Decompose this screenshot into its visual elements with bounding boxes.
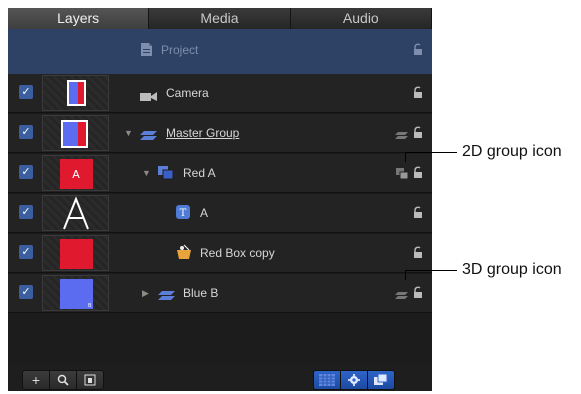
disclosure-expanded-icon[interactable]: ▼ <box>142 168 151 178</box>
layer-row-text-a[interactable]: ✓ T A <box>8 194 432 233</box>
callout-line-3d <box>405 270 457 271</box>
add-icon[interactable]: + <box>23 371 50 389</box>
callout-line-2d <box>405 152 457 153</box>
layout-icon[interactable] <box>77 371 103 389</box>
visibility-checkbox[interactable]: ✓ <box>19 245 33 259</box>
layer-name[interactable]: Red Box copy <box>200 246 275 260</box>
footer-right-buttons <box>313 370 395 390</box>
layer-name[interactable]: A <box>200 206 208 220</box>
layer-name[interactable]: Blue B <box>183 286 218 300</box>
tab-layers[interactable]: Layers <box>8 8 150 29</box>
layers-panel: Layers Media Audio Project ✓ Camera ✓ ▼ … <box>8 8 432 391</box>
tab-bar: Layers Media Audio <box>8 8 432 29</box>
visibility-checkbox[interactable]: ✓ <box>19 165 33 179</box>
svg-text:B: B <box>88 303 92 309</box>
3d-group-icon <box>140 128 158 146</box>
layer-name[interactable]: Master Group <box>166 126 239 140</box>
layers-icon[interactable] <box>368 371 394 389</box>
tab-media[interactable]: Media <box>149 8 291 29</box>
lock-icon[interactable] <box>413 126 423 139</box>
svg-text:T: T <box>180 208 187 219</box>
text-icon: T <box>176 205 190 224</box>
2d-group-icon[interactable] <box>396 167 409 185</box>
layer-thumbnail <box>42 75 109 111</box>
footer-left-buttons: + <box>22 370 104 390</box>
layer-row-camera[interactable]: ✓ Camera <box>8 74 432 113</box>
gear-icon[interactable] <box>341 371 368 389</box>
checker-icon[interactable] <box>314 371 341 389</box>
layer-thumbnail: A <box>42 155 109 191</box>
layer-row-master-group[interactable]: ✓ ▼ Master Group <box>8 114 432 153</box>
3d-group-icon[interactable] <box>395 128 409 146</box>
callout-2d-group-icon: 2D group icon <box>462 143 562 160</box>
svg-text:A: A <box>72 168 80 181</box>
project-row[interactable]: Project <box>8 29 432 74</box>
callout-leader-3d <box>405 270 406 280</box>
layer-row-red-a[interactable]: ✓ A ▼ Red A <box>8 154 432 193</box>
document-icon <box>140 42 153 62</box>
layer-thumbnail: B <box>42 275 109 311</box>
search-icon[interactable] <box>50 371 77 389</box>
lock-icon[interactable] <box>413 246 423 259</box>
shape-icon <box>176 244 192 265</box>
layer-name[interactable]: Camera <box>166 86 209 100</box>
3d-group-icon[interactable] <box>395 288 409 306</box>
layer-name[interactable]: Red A <box>183 166 216 180</box>
camera-icon <box>140 88 158 106</box>
layer-row-red-box-copy[interactable]: ✓ Red Box copy <box>8 234 432 273</box>
lock-icon[interactable] <box>413 86 423 99</box>
lock-icon[interactable] <box>413 286 423 299</box>
3d-group-icon <box>158 288 176 306</box>
2d-group-icon <box>158 166 174 185</box>
layer-thumbnail <box>42 235 109 271</box>
visibility-checkbox[interactable]: ✓ <box>19 205 33 219</box>
disclosure-expanded-icon[interactable]: ▼ <box>124 128 133 138</box>
visibility-checkbox[interactable]: ✓ <box>19 285 33 299</box>
lock-icon[interactable] <box>413 206 423 219</box>
visibility-checkbox[interactable]: ✓ <box>19 85 33 99</box>
lock-icon[interactable] <box>413 166 423 179</box>
layer-row-blue-b[interactable]: ✓ B ▶ Blue B <box>8 274 432 313</box>
tab-audio[interactable]: Audio <box>290 8 432 29</box>
layer-thumbnail <box>42 195 109 231</box>
callout-3d-group-icon: 3D group icon <box>462 261 562 278</box>
callout-leader-2d <box>405 152 406 162</box>
project-label: Project <box>161 43 199 57</box>
visibility-checkbox[interactable]: ✓ <box>19 125 33 139</box>
panel-footer: + <box>8 365 432 391</box>
lock-icon[interactable] <box>413 43 423 56</box>
disclosure-collapsed-icon[interactable]: ▶ <box>142 288 149 299</box>
layer-thumbnail <box>42 115 109 151</box>
